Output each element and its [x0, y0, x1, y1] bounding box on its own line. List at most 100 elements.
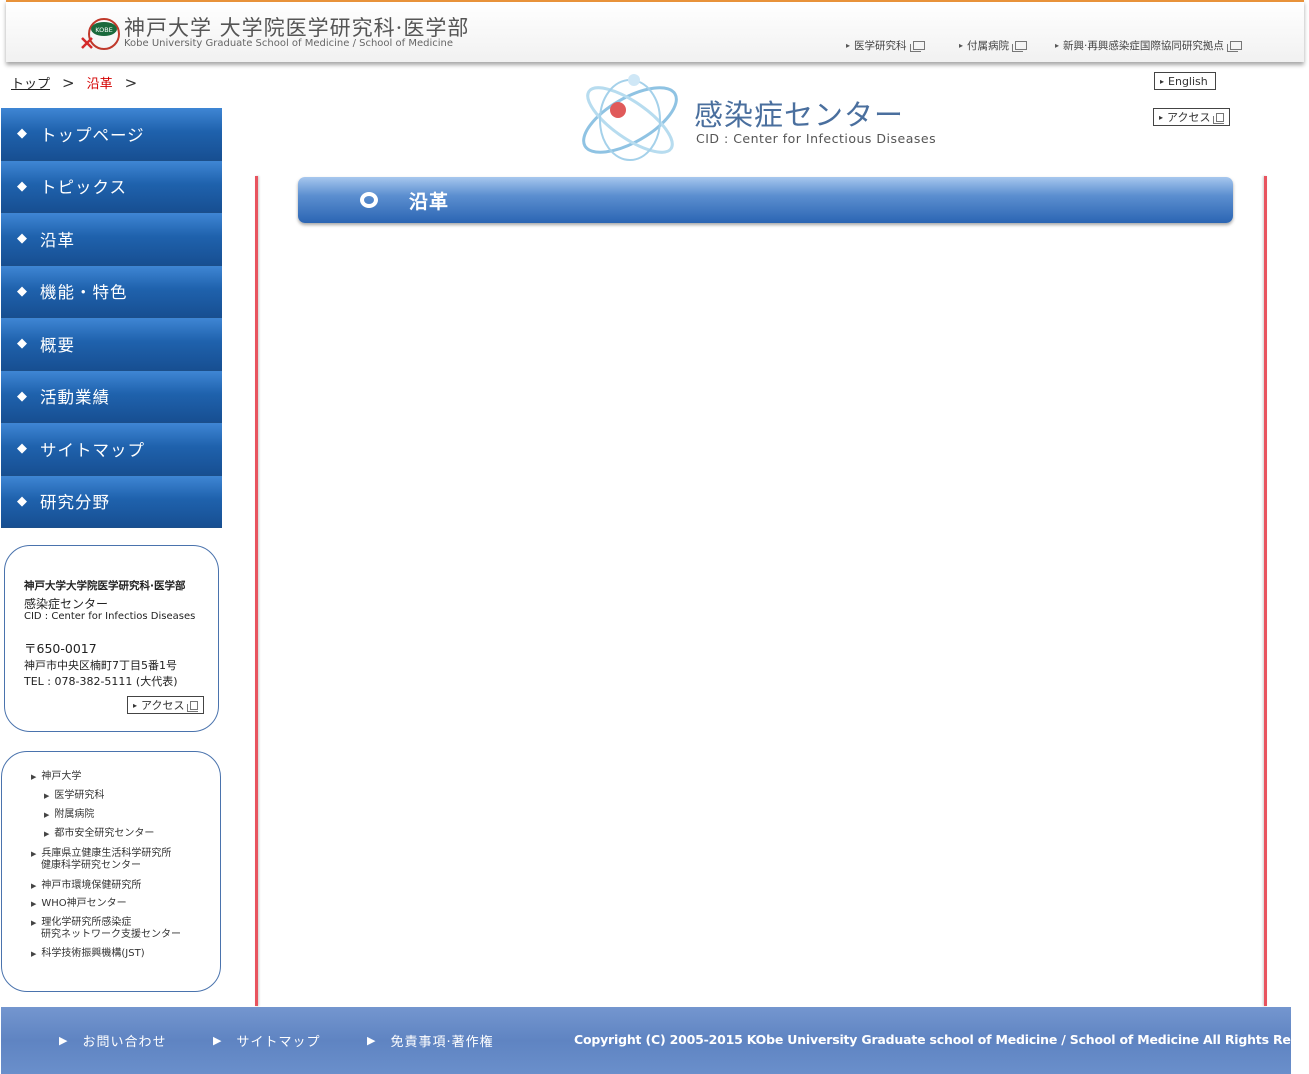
related-link-hyogo-institute[interactable]: ▶ 兵庫県立健康生活科学研究所 健康科学研究センター — [31, 848, 171, 872]
chevron-right-icon: ▸ — [1160, 76, 1165, 86]
diamond-bullet-icon: ◆ — [17, 336, 28, 352]
content-border-left — [255, 176, 258, 1006]
chevron-right-icon: ▸ — [133, 700, 138, 710]
related-link-label: 兵庫県立健康生活科学研究所 — [41, 848, 172, 859]
sidebar-item-label: 機能・特色 — [40, 283, 128, 303]
breadcrumb-top-link[interactable]: トップ — [11, 73, 50, 92]
english-button[interactable]: ▸ English — [1154, 72, 1216, 90]
triangle-bullet-icon: ▶ — [31, 919, 37, 927]
footer-link-label: お問い合わせ — [82, 1035, 167, 1050]
new-window-icon — [1226, 41, 1242, 52]
ring-bullet-icon — [360, 192, 378, 208]
address-street: 神戸市中央区楠町7丁目5番1号 — [24, 659, 177, 672]
triangle-bullet-icon: ▶ — [31, 882, 37, 890]
diamond-bullet-icon: ◆ — [17, 126, 28, 142]
address-box: 神戸大学大学院医学研究科·医学部 感染症センター CID : Center fo… — [4, 545, 219, 732]
related-link-label: 神戸大学 — [41, 771, 82, 782]
triangle-right-icon: ▶ — [213, 1034, 223, 1047]
sidebar-item-top-page[interactable]: ◆ トップページ — [1, 108, 222, 161]
triangle-bullet-icon: ▶ — [44, 792, 50, 800]
footer: ▶ お問い合わせ ▶ サイトマップ ▶ 免責事項·著作権 Copyright (… — [1, 1007, 1309, 1074]
access-button-label: アクセス — [141, 699, 185, 712]
related-link-label: 理化学研究所感染症 — [41, 917, 132, 928]
kobe-university-logo-icon[interactable]: KOBE — [78, 16, 126, 52]
header-link-research-center[interactable]: ▸ 新興·再興感染症国際協同研究拠点 — [1055, 38, 1242, 53]
related-link-label: WHO神戸センター — [41, 898, 127, 909]
related-link-label: 科学技術振興機構(JST) — [41, 948, 145, 959]
address-tel: TEL : 078-382-5111 (大代表) — [24, 675, 178, 688]
related-link-riken[interactable]: ▶ 理化学研究所感染症 研究ネットワーク支援センター — [31, 917, 181, 941]
section-title: 沿革 — [409, 191, 450, 213]
sidebar-item-functions[interactable]: ◆ 機能・特色 — [1, 265, 222, 318]
address-cid: CID : Center for Infectios Diseases — [24, 611, 196, 622]
sidebar-item-label: 研究分野 — [40, 493, 110, 513]
address-center: 感染症センター — [24, 597, 109, 611]
sidebar-item-overview[interactable]: ◆ 概要 — [1, 318, 222, 371]
sidebar-item-label: 沿革 — [40, 230, 75, 250]
header-link-graduate-school[interactable]: ▸ 医学研究科 — [846, 38, 925, 53]
related-link-jst[interactable]: ▶ 科学技術振興機構(JST) — [31, 948, 145, 960]
breadcrumb-separator: > — [124, 73, 138, 92]
university-name-en: Kobe University Graduate School of Medic… — [124, 38, 453, 49]
address-org: 神戸大学大学院医学研究科·医学部 — [24, 580, 186, 592]
related-link-label-cont: 健康科学研究センター — [41, 860, 141, 871]
diamond-bullet-icon: ◆ — [17, 231, 28, 247]
triangle-bullet-icon: ▶ — [44, 830, 50, 838]
svg-text:KOBE: KOBE — [95, 26, 113, 34]
header-link-label: 医学研究科 — [854, 40, 907, 52]
breadcrumb-separator: > — [62, 73, 75, 92]
address-zip: 〒650-0017 — [24, 641, 97, 656]
sidebar-item-research-fields[interactable]: ◆ 研究分野 — [1, 475, 222, 528]
related-link-kobe-env-institute[interactable]: ▶ 神戸市環境保健研究所 — [31, 880, 141, 892]
footer-link-label: 免責事項·著作権 — [390, 1035, 494, 1050]
header-link-hospital[interactable]: ▸ 付属病院 — [959, 38, 1028, 53]
triangle-bullet-icon: ▶ — [31, 950, 37, 958]
related-link-label-cont: 研究ネットワーク支援センター — [41, 929, 181, 940]
triangle-right-icon: ▶ — [59, 1034, 69, 1047]
sidebar-item-sitemap[interactable]: ◆ サイトマップ — [1, 423, 222, 476]
chevron-right-icon: ▸ — [1159, 112, 1164, 122]
triangle-right-icon: ▶ — [367, 1034, 377, 1047]
related-link-urban-safety[interactable]: ▶ 都市安全研究センター — [44, 828, 154, 840]
related-link-kobe-university[interactable]: ▶ 神戸大学 — [31, 771, 81, 783]
breadcrumb-current: 沿革 — [86, 77, 113, 92]
sidebar-item-label: サイトマップ — [40, 440, 145, 460]
related-links-box: ▶ 神戸大学 ▶ 医学研究科 ▶ 附属病院 ▶ 都市安全研究センター ▶ 兵庫県立健康生活… — [1, 751, 221, 992]
top-header-bar: KOBE 神戸大学 大学院医学研究科·医学部 Kobe University G… — [6, 0, 1304, 62]
related-link-label: 附属病院 — [54, 809, 95, 820]
footer-link-disclaimer[interactable]: ▶ 免責事項·著作権 — [367, 1031, 494, 1050]
chevron-right-icon: ▸ — [959, 41, 964, 50]
section-header: 沿革 — [298, 177, 1233, 223]
sidebar-item-history[interactable]: ◆ 沿革 — [1, 213, 222, 266]
diamond-bullet-icon: ◆ — [17, 388, 28, 404]
sidebar-item-label: トップページ — [40, 125, 145, 145]
access-button-top[interactable]: ▸ アクセス — [1153, 108, 1230, 126]
sidebar-item-achievements[interactable]: ◆ 活動業績 — [1, 370, 222, 423]
triangle-bullet-icon: ▶ — [31, 900, 37, 908]
content-border-right — [1264, 176, 1267, 1006]
sidebar-item-topics[interactable]: ◆ トピックス — [1, 160, 222, 213]
related-link-hospital[interactable]: ▶ 附属病院 — [44, 809, 94, 821]
footer-link-sitemap[interactable]: ▶ サイトマップ — [213, 1031, 320, 1050]
header-link-label: 付属病院 — [967, 40, 1010, 52]
access-button-label: アクセス — [1167, 111, 1211, 124]
diamond-bullet-icon: ◆ — [17, 493, 28, 509]
center-subtitle: CID : Center for Infectious Diseases — [696, 131, 937, 146]
diamond-bullet-icon: ◆ — [17, 283, 28, 299]
sidebar-item-label: 活動業績 — [40, 388, 110, 408]
cid-atom-logo-icon[interactable] — [572, 70, 682, 170]
new-window-icon — [1012, 41, 1028, 52]
chevron-right-icon: ▸ — [846, 41, 851, 50]
breadcrumb: トップ > 沿革 > — [11, 73, 149, 93]
related-link-who-kobe[interactable]: ▶ WHO神戸センター — [31, 898, 127, 910]
related-link-graduate-school[interactable]: ▶ 医学研究科 — [44, 790, 104, 802]
center-title: 感染症センター — [694, 98, 905, 132]
copyright-text: Copyright (C) 2005-2015 KObe University … — [574, 1032, 1309, 1047]
access-button-sidebar[interactable]: ▸ アクセス — [127, 696, 204, 714]
related-link-label: 医学研究科 — [54, 790, 105, 801]
footer-link-contact[interactable]: ▶ お問い合わせ — [59, 1031, 166, 1050]
sidebar-item-label: トピックス — [40, 178, 128, 198]
footer-link-label: サイトマップ — [236, 1035, 321, 1050]
new-window-icon — [1213, 112, 1224, 124]
triangle-bullet-icon: ▶ — [31, 850, 37, 858]
